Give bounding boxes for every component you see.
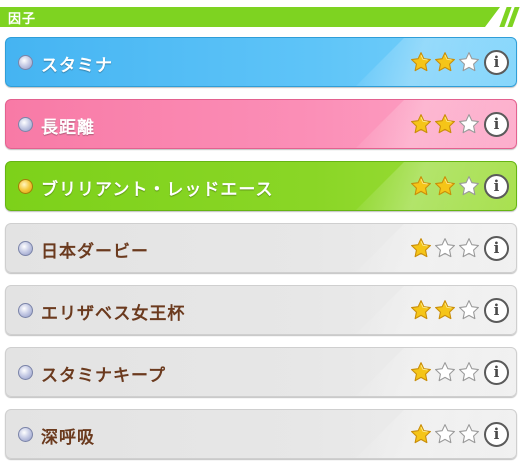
factor-item[interactable]: スタミナ i xyxy=(5,37,517,87)
info-glyph: i xyxy=(493,300,500,319)
star-empty-icon xyxy=(458,361,480,383)
star-filled-icon xyxy=(434,113,456,135)
factor-item[interactable]: 日本ダービー i xyxy=(5,223,517,273)
info-glyph: i xyxy=(493,52,500,71)
star-filled-icon xyxy=(434,51,456,73)
star-empty-icon xyxy=(434,237,456,259)
star-rating xyxy=(410,423,482,445)
factor-name: 日本ダービー xyxy=(41,242,149,262)
factor-item[interactable]: エリザベス女王杯 i xyxy=(5,285,517,335)
star-empty-icon xyxy=(434,423,456,445)
factor-name: スタミナ xyxy=(41,56,113,76)
section-header: 因子 xyxy=(0,7,524,27)
factor-item[interactable]: 長距離 i xyxy=(5,99,517,149)
factor-name: 長距離 xyxy=(41,118,95,138)
info-icon[interactable]: i xyxy=(484,112,509,137)
star-empty-icon xyxy=(458,423,480,445)
silver-bullet-icon xyxy=(18,427,33,442)
factor-item[interactable]: スタミナキープ i xyxy=(5,347,517,397)
star-filled-icon xyxy=(410,361,432,383)
silver-bullet-icon xyxy=(18,55,33,70)
star-filled-icon xyxy=(410,299,432,321)
info-glyph: i xyxy=(493,424,500,443)
star-filled-icon xyxy=(434,175,456,197)
factor-item[interactable]: 深呼吸 i xyxy=(5,409,517,459)
star-rating xyxy=(410,361,482,383)
star-rating xyxy=(410,175,482,197)
info-glyph: i xyxy=(493,362,500,381)
star-rating xyxy=(410,113,482,135)
star-filled-icon xyxy=(410,113,432,135)
factor-name: スタミナキープ xyxy=(41,366,166,386)
info-icon[interactable]: i xyxy=(484,236,509,261)
gold-bullet-icon xyxy=(18,179,33,194)
info-glyph: i xyxy=(493,176,500,195)
info-icon[interactable]: i xyxy=(484,422,509,447)
section-title: 因子 xyxy=(8,12,37,27)
star-filled-icon xyxy=(434,299,456,321)
star-empty-icon xyxy=(434,361,456,383)
factor-name: エリザベス女王杯 xyxy=(41,304,186,324)
star-rating xyxy=(410,299,482,321)
silver-bullet-icon xyxy=(18,117,33,132)
silver-bullet-icon xyxy=(18,365,33,380)
factor-item[interactable]: ブリリアント・レッドエース i xyxy=(5,161,517,211)
info-glyph: i xyxy=(493,114,500,133)
factor-name: ブリリアント・レッドエース xyxy=(41,180,274,200)
info-icon[interactable]: i xyxy=(484,360,509,385)
star-filled-icon xyxy=(410,423,432,445)
star-empty-icon xyxy=(458,175,480,197)
star-rating xyxy=(410,51,482,73)
star-empty-icon xyxy=(458,113,480,135)
star-filled-icon xyxy=(410,237,432,259)
silver-bullet-icon xyxy=(18,241,33,256)
star-rating xyxy=(410,237,482,259)
factor-name: 深呼吸 xyxy=(41,428,95,448)
star-empty-icon xyxy=(458,51,480,73)
silver-bullet-icon xyxy=(18,303,33,318)
header-bar xyxy=(0,7,500,27)
star-filled-icon xyxy=(410,51,432,73)
info-icon[interactable]: i xyxy=(484,298,509,323)
info-glyph: i xyxy=(493,238,500,257)
factor-list: スタミナ i 長距離 i ブリリアント・レッドエース i 日本ダービー i エリザベス女王杯 i ス… xyxy=(5,37,517,471)
star-filled-icon xyxy=(410,175,432,197)
star-empty-icon xyxy=(458,299,480,321)
star-empty-icon xyxy=(458,237,480,259)
info-icon[interactable]: i xyxy=(484,50,509,75)
info-icon[interactable]: i xyxy=(484,174,509,199)
